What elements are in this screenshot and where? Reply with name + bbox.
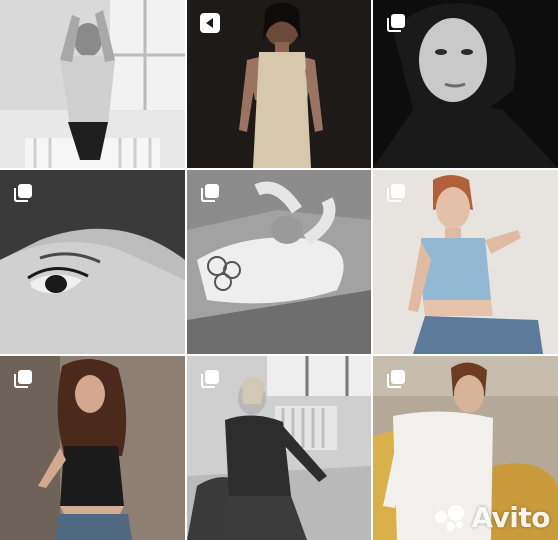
multi-photo-icon [385, 368, 407, 390]
multi-photo-icon [385, 182, 407, 204]
photo-image [0, 0, 185, 168]
multi-photo-icon [199, 182, 221, 204]
photo-tile[interactable] [0, 356, 185, 540]
photo-tile[interactable] [373, 0, 558, 168]
avito-watermark-text: Avito [471, 501, 550, 534]
photo-grid: Avito [0, 0, 558, 540]
photo-tile[interactable] [373, 170, 558, 354]
multi-photo-icon [199, 368, 221, 390]
multi-photo-icon [12, 182, 34, 204]
photo-tile[interactable]: Avito [373, 356, 558, 540]
photo-tile[interactable] [187, 0, 371, 168]
play-icon [199, 12, 221, 34]
avito-watermark: Avito [433, 501, 550, 534]
photo-tile[interactable] [0, 170, 185, 354]
photo-tile[interactable] [187, 170, 371, 354]
photo-tile[interactable] [187, 356, 371, 540]
avito-logo-icon [433, 503, 467, 533]
photo-tile[interactable] [0, 0, 185, 168]
multi-photo-icon [12, 368, 34, 390]
multi-photo-icon [385, 12, 407, 34]
